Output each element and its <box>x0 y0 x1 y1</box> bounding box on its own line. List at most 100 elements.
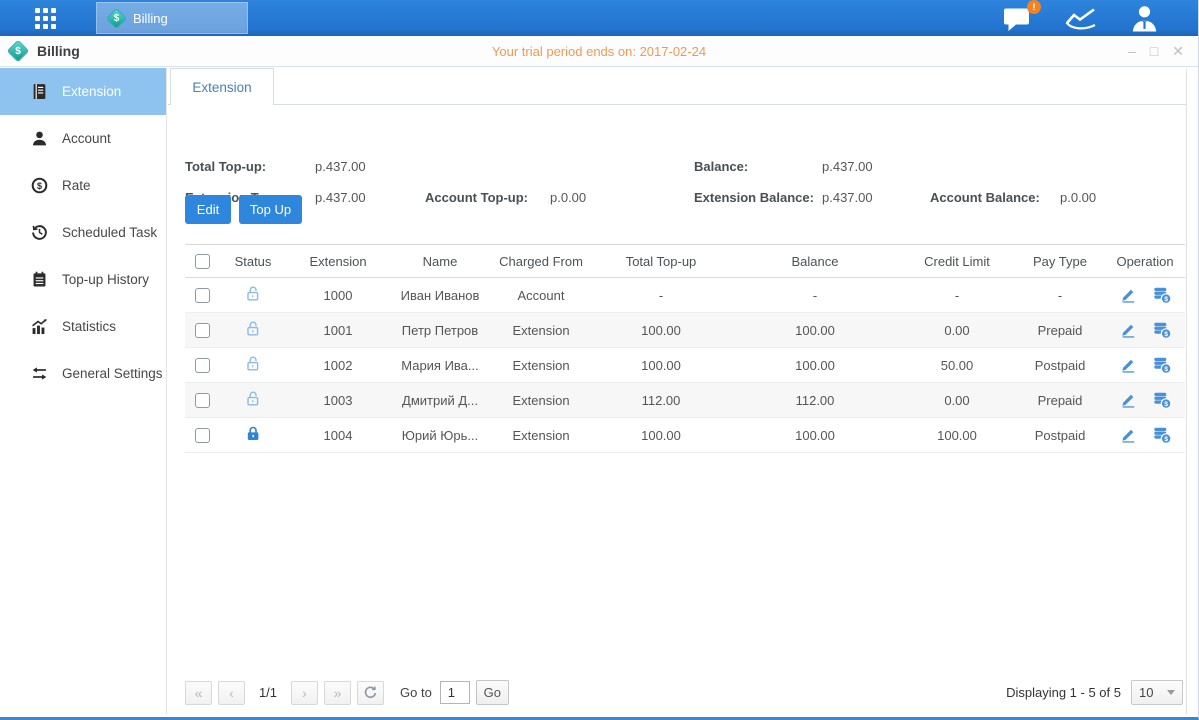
unlocked-icon <box>244 285 262 306</box>
total-topup: 100.00 <box>591 418 731 452</box>
tab-extension[interactable]: Extension <box>170 68 274 105</box>
svg-text:$: $ <box>1164 331 1168 338</box>
pay-type: - <box>1015 278 1105 312</box>
last-page-button[interactable]: » <box>324 681 351 705</box>
maximize-icon[interactable]: □ <box>1150 44 1158 58</box>
charged-from: Extension <box>491 383 591 417</box>
charged-from: Extension <box>491 348 591 382</box>
billing-window: $ Billing ! $ Billing Your trial period … <box>0 0 1199 720</box>
billing-diamond-icon: $ <box>7 40 30 63</box>
sidebar-item-general-settings[interactable]: General Settings <box>0 350 166 397</box>
app-tab-label: Billing <box>133 11 168 26</box>
reports-chart-icon[interactable] <box>1063 5 1099 32</box>
dollar-circle-icon: $ <box>30 177 48 195</box>
minimize-icon[interactable]: – <box>1128 44 1136 58</box>
stats-icon <box>30 318 48 336</box>
edit-pencil-icon[interactable] <box>1119 356 1137 374</box>
edit-pencil-icon[interactable] <box>1119 391 1137 409</box>
column-header: Operation <box>1105 245 1185 277</box>
first-page-button[interactable]: « <box>185 681 212 705</box>
sidebar-item-label: Extension <box>62 84 121 99</box>
app-tab-billing[interactable]: $ Billing <box>96 2 248 34</box>
edit-pencil-icon[interactable] <box>1119 286 1137 304</box>
refresh-button[interactable] <box>357 681 384 705</box>
page-size-value: 10 <box>1139 685 1153 700</box>
locked-icon <box>244 425 262 446</box>
page-size-select[interactable]: 10 <box>1131 680 1183 705</box>
column-header: Charged From <box>491 245 591 277</box>
top-up-coins-icon[interactable]: $ <box>1153 356 1172 374</box>
extension-name: Иван Иванов <box>389 278 491 312</box>
sliders-icon <box>30 365 48 383</box>
notification-badge: ! <box>1027 0 1041 14</box>
messages-icon[interactable]: ! <box>1002 5 1033 32</box>
sidebar-item-label: General Settings <box>62 366 163 381</box>
edit-pencil-icon[interactable] <box>1119 321 1137 339</box>
edit-pencil-icon[interactable] <box>1119 426 1137 444</box>
next-page-button[interactable]: › <box>291 681 318 705</box>
sidebar-item-account[interactable]: Account <box>0 115 166 162</box>
row-checkbox[interactable] <box>195 428 210 443</box>
user-account-icon[interactable] <box>1129 4 1160 32</box>
notebook-icon <box>30 271 48 289</box>
column-header: Name <box>389 245 491 277</box>
total-topup-label: Total Top-up: <box>185 159 266 174</box>
extension-table-body: 1000Иван ИвановAccount----$1001Петр Петр… <box>185 278 1185 453</box>
credit-limit: 0.00 <box>899 383 1015 417</box>
charged-from: Extension <box>491 418 591 452</box>
pay-type: Postpaid <box>1015 418 1105 452</box>
prev-page-button[interactable]: ‹ <box>218 681 245 705</box>
balance: 100.00 <box>731 313 899 347</box>
balance-summary: Total Top-up: p.437.00 Balance: p.437.00… <box>168 105 1186 225</box>
sidebar-item-label: Top-up History <box>62 272 149 287</box>
pay-type: Prepaid <box>1015 313 1105 347</box>
top-up-coins-icon[interactable]: $ <box>1153 286 1172 304</box>
column-header: Extension <box>287 245 389 277</box>
top-up-button[interactable]: Top Up <box>239 195 302 224</box>
balance: 100.00 <box>731 418 899 452</box>
sidebar-item-extension[interactable]: Extension <box>0 68 166 115</box>
credit-limit: 50.00 <box>899 348 1015 382</box>
main-content: Extension Total Top-up: p.437.00 Balance… <box>168 68 1197 714</box>
extension-name: Дмитрий Д... <box>389 383 491 417</box>
row-checkbox[interactable] <box>195 288 210 303</box>
chevron-down-icon <box>1167 690 1175 695</box>
extension-number: 1001 <box>287 313 389 347</box>
table-row: 1003Дмитрий Д...Extension112.00112.000.0… <box>185 383 1185 418</box>
top-up-coins-icon[interactable]: $ <box>1153 426 1172 444</box>
sidebar-item-label: Rate <box>62 178 91 193</box>
sidebar-item-statistics[interactable]: Statistics <box>0 303 166 350</box>
sidebar-item-top-up-history[interactable]: Top-up History <box>0 256 166 303</box>
balance: - <box>731 278 899 312</box>
row-checkbox[interactable] <box>195 358 210 373</box>
extension-number: 1004 <box>287 418 389 452</box>
top-up-coins-icon[interactable]: $ <box>1153 391 1172 409</box>
svg-text:$: $ <box>1164 436 1168 443</box>
pay-type: Prepaid <box>1015 383 1105 417</box>
top-up-coins-icon[interactable]: $ <box>1153 321 1172 339</box>
balance-label: Balance: <box>694 159 748 174</box>
svg-text:$: $ <box>1164 296 1168 303</box>
goto-page-input[interactable] <box>440 681 470 704</box>
sidebar-item-scheduled-task[interactable]: Scheduled Task <box>0 209 166 256</box>
close-icon[interactable]: ✕ <box>1172 44 1184 58</box>
sidebar-item-rate[interactable]: $ Rate <box>0 162 166 209</box>
edit-button[interactable]: Edit <box>185 195 231 224</box>
table-row: 1000Иван ИвановAccount----$ <box>185 278 1185 313</box>
table-row: 1002Мария Ива...Extension100.00100.0050.… <box>185 348 1185 383</box>
row-checkbox[interactable] <box>195 323 210 338</box>
app-launcher-icon[interactable] <box>35 8 56 29</box>
unlocked-icon <box>244 320 262 341</box>
row-checkbox[interactable] <box>195 393 210 408</box>
charged-from: Account <box>491 278 591 312</box>
extension-number: 1000 <box>287 278 389 312</box>
column-header: Credit Limit <box>899 245 1015 277</box>
account-balance-value: p.0.00 <box>1060 190 1096 205</box>
extension-topup-value: p.437.00 <box>315 190 366 205</box>
page-indicator: 1/1 <box>251 685 285 700</box>
pay-type: Postpaid <box>1015 348 1105 382</box>
total-topup: 100.00 <box>591 313 731 347</box>
unlocked-icon <box>244 390 262 411</box>
go-button[interactable]: Go <box>476 680 509 705</box>
select-all-checkbox[interactable] <box>195 254 210 269</box>
